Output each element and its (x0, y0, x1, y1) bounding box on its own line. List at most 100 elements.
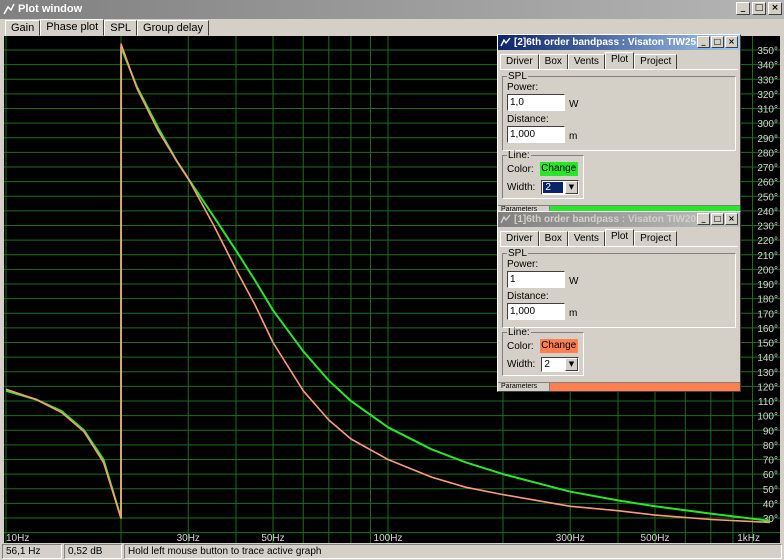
tab-driver[interactable]: Driver (500, 54, 539, 70)
line-group: Line: Color: Change Width: 2 ▼ (502, 328, 584, 376)
change-color-button[interactable]: Change (539, 162, 578, 176)
y-tick-label: 80° (763, 441, 778, 452)
spl-group: SPL Power: 1,0 W Distance: 1,000 m (502, 72, 736, 151)
line-group-label: Line: (507, 327, 531, 338)
tab-project[interactable]: Project (634, 54, 678, 70)
change-color-button[interactable]: Change (539, 339, 578, 353)
driver-window-1[interactable]: [1]6th order bandpass : Visaton TIW20...… (497, 211, 741, 392)
parameters-label: Parameters (498, 383, 550, 391)
y-tick-label: 190° (757, 280, 778, 291)
driver-window-2-titlebar[interactable]: [2]6th order bandpass : Visaton TIW25...… (498, 35, 740, 50)
y-tick-label: 160° (757, 324, 778, 335)
y-tick-label: 200° (757, 265, 778, 276)
power-unit: W (569, 99, 579, 110)
width-select[interactable]: 2 ▼ (541, 356, 579, 372)
y-tick-label: 220° (757, 236, 778, 247)
status-frequency: 56,1 Hz (2, 544, 62, 559)
power-unit: W (569, 276, 579, 287)
x-tick-label: 10Hz (6, 533, 29, 543)
width-select[interactable]: 2 ▼ (541, 179, 579, 195)
distance-label: Distance: (507, 114, 549, 125)
y-tick-label: 280° (757, 148, 778, 159)
y-tick-label: 270° (757, 163, 778, 174)
app-icon (3, 3, 15, 15)
tab-vents[interactable]: Vents (567, 54, 605, 70)
close-button[interactable]: × (725, 213, 738, 225)
distance-input[interactable]: 1,000 (507, 126, 565, 143)
speaker-icon (500, 37, 511, 47)
tab-plot[interactable]: Plot (604, 52, 635, 69)
distance-input[interactable]: 1,000 (507, 303, 565, 320)
driver-window-2-title: [2]6th order bandpass : Visaton TIW25... (514, 37, 705, 48)
spl-group: SPL Power: 1 W Distance: 1,000 m (502, 249, 736, 328)
status-value: 0,52 dB (64, 544, 122, 559)
y-tick-label: 240° (757, 207, 778, 218)
chevron-down-icon[interactable]: ▼ (565, 180, 578, 194)
distance-unit: m (569, 308, 578, 319)
power-label: Power: (507, 82, 539, 93)
y-tick-label: 210° (757, 251, 778, 262)
maximize-button[interactable]: □ (752, 2, 766, 15)
width-label: Width: (507, 181, 536, 193)
tab-box[interactable]: Box (538, 54, 568, 70)
driver-window-1-titlebar[interactable]: [1]6th order bandpass : Visaton TIW20...… (498, 212, 740, 227)
driver-window-2[interactable]: [2]6th order bandpass : Visaton TIW25...… (497, 34, 741, 215)
tab-plot[interactable]: Plot (604, 229, 635, 246)
tab-vents[interactable]: Vents (567, 231, 605, 247)
x-tick-label: 100Hz (374, 533, 403, 543)
width-value: 2 (543, 181, 564, 193)
distance-unit: m (569, 131, 578, 142)
x-tick-label: 30Hz (177, 533, 200, 543)
x-tick-label: 50Hz (261, 533, 284, 543)
parameters-bar[interactable]: Parameters (498, 382, 740, 391)
y-tick-label: 90° (763, 426, 778, 437)
y-tick-label: 180° (757, 295, 778, 306)
y-tick-label: 340° (757, 61, 778, 72)
tab-box[interactable]: Box (538, 231, 568, 247)
width-value: 2 (544, 358, 550, 370)
tab-group-delay[interactable]: Group delay (137, 20, 209, 36)
close-button[interactable]: × (768, 2, 782, 15)
x-tick-label: 500Hz (641, 533, 670, 543)
power-label: Power: (507, 259, 539, 270)
x-tick-label: 1kHz (737, 533, 760, 543)
color-label: Color: (507, 340, 534, 352)
y-tick-label: 170° (757, 309, 778, 320)
tab-gain[interactable]: Gain (5, 20, 41, 36)
power-input[interactable]: 1,0 (507, 94, 565, 111)
y-tick-label: 150° (757, 339, 778, 350)
minimize-button[interactable]: _ (697, 36, 710, 48)
y-tick-label: 230° (757, 222, 778, 233)
width-label: Width: (507, 358, 536, 370)
tab-phase-plot[interactable]: Phase plot (40, 19, 105, 36)
status-bar: 56,1 Hz 0,52 dB Hold left mouse button t… (0, 543, 784, 560)
power-input[interactable]: 1 (507, 271, 565, 288)
y-tick-label: 50° (763, 485, 778, 496)
window-titlebar[interactable]: Plot window _ □ × (0, 0, 784, 19)
minimize-button[interactable]: _ (736, 2, 750, 15)
maximize-button[interactable]: □ (711, 213, 724, 225)
y-tick-label: 290° (757, 134, 778, 145)
y-tick-label: 250° (757, 192, 778, 203)
y-tick-label: 330° (757, 75, 778, 86)
line-color-swatch (550, 383, 740, 391)
window-title: Plot window (18, 3, 83, 15)
y-tick-label: 110° (758, 397, 778, 408)
y-tick-label: 310° (757, 105, 778, 116)
status-hint: Hold left mouse button to trace active g… (124, 544, 782, 559)
y-tick-label: 60° (763, 470, 778, 481)
tab-spl[interactable]: SPL (104, 20, 138, 36)
line-group-label: Line: (507, 150, 531, 161)
tab-driver[interactable]: Driver (500, 231, 539, 247)
y-tick-label: 130° (757, 368, 778, 379)
minimize-button[interactable]: _ (697, 213, 710, 225)
driver-window-1-title: [1]6th order bandpass : Visaton TIW20... (514, 214, 705, 225)
maximize-button[interactable]: □ (711, 36, 724, 48)
tab-project[interactable]: Project (634, 231, 678, 247)
close-button[interactable]: × (725, 36, 738, 48)
y-tick-label: 120° (757, 382, 778, 393)
chevron-down-icon[interactable]: ▼ (565, 357, 578, 371)
y-tick-label: 70° (763, 456, 778, 467)
x-tick-label: 300Hz (556, 533, 585, 543)
line-group: Line: Color: Change Width: 2 ▼ (502, 151, 584, 199)
